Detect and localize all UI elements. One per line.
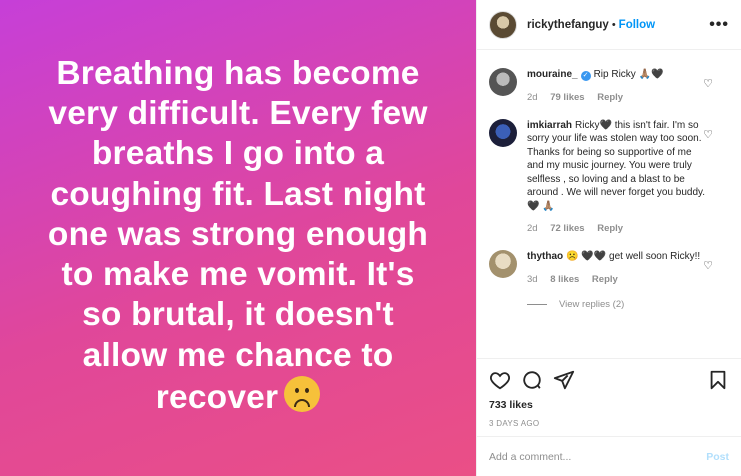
comment-time[interactable]: 2d [527,223,538,234]
post-sidebar: rickythefanguy • Follow ••• mouraine_ ✓ Ri… [476,0,741,476]
comments-list[interactable]: mouraine_ ✓ Rip Ricky 🙏🏽🖤 2d 79 likes Repl… [477,52,741,358]
reply-button[interactable]: Reply [592,274,618,285]
like-comment-heart-icon[interactable]: ♡ [703,77,713,90]
comment-username[interactable]: thythao [527,251,563,262]
post-line: so brutal, it doesn't [82,296,394,334]
comment-time[interactable]: 2d [527,92,538,103]
comment-text: Rip Ricky 🙏🏽🖤 [593,69,664,80]
comment-input[interactable] [489,450,707,463]
comment-username[interactable]: imkiarrah [527,120,572,131]
post-line: Breathing has become [56,54,420,92]
divider [527,303,547,305]
post-line: breaths I go into a [91,135,385,173]
comment-likes[interactable]: 72 likes [550,223,584,234]
post-header: rickythefanguy • Follow ••• [477,0,741,50]
comment-icon[interactable] [521,369,543,391]
avatar[interactable] [489,10,517,39]
post-image[interactable]: Breathing has become very difficult. Eve… [0,0,476,476]
comment-item: thythao ☹️ 🖤🖤 get well soon Ricky!! 3d 8 … [489,250,729,285]
reply-button[interactable]: Reply [597,223,623,234]
post-line: allow me chance to [82,336,394,374]
post-timestamp[interactable]: 3 DAYS AGO [489,419,729,428]
post-line: one was strong enough [47,215,429,253]
reply-button[interactable]: Reply [597,92,623,103]
author-username[interactable]: rickythefanguy [527,19,609,31]
separator-dot: • [611,18,616,31]
post-caption-text: Breathing has become very difficult. Eve… [18,54,458,419]
post-line-last: recover [18,376,458,418]
view-replies-button[interactable]: View replies (2) [527,299,729,310]
share-icon[interactable] [553,369,575,391]
save-bookmark-icon[interactable] [707,369,729,391]
frowning-face-icon [284,376,321,413]
comment-item: imkiarrah Ricky🖤 this isn't fair. I'm so … [489,118,729,234]
like-comment-heart-icon[interactable]: ♡ [703,259,713,272]
avatar[interactable] [489,68,517,96]
like-comment-heart-icon[interactable]: ♡ [703,128,713,141]
add-comment-bar: Post [477,436,741,476]
comment-username[interactable]: mouraine_ [527,69,578,80]
comment-likes[interactable]: 8 likes [550,274,579,285]
comment-text: Ricky🖤 this isn't fair. I'm so sorry you… [527,119,706,212]
follow-button[interactable]: Follow [619,19,655,31]
likes-count[interactable]: 733 likes [489,399,729,411]
verified-badge-icon: ✓ [580,71,591,81]
avatar[interactable] [489,250,517,278]
post-comment-button[interactable]: Post [706,451,729,463]
like-heart-icon[interactable] [489,369,511,391]
comment-likes[interactable]: 79 likes [550,92,584,103]
comment-time[interactable]: 3d [527,274,538,285]
comment-item: mouraine_ ✓ Rip Ricky 🙏🏽🖤 2d 79 likes Repl… [489,68,729,103]
view-replies-label: View replies (2) [559,298,625,310]
avatar[interactable] [489,118,517,147]
post-line: coughing fit. Last night [50,175,426,213]
post-line: very difficult. Every few [48,94,428,132]
post-actions: 733 likes 3 DAYS AGO [477,358,741,428]
more-options-icon[interactable]: ••• [709,16,729,34]
post-line: to make me vomit. It's [61,256,415,294]
comment-text: ☹️ 🖤🖤 get well soon Ricky!! [566,251,701,262]
